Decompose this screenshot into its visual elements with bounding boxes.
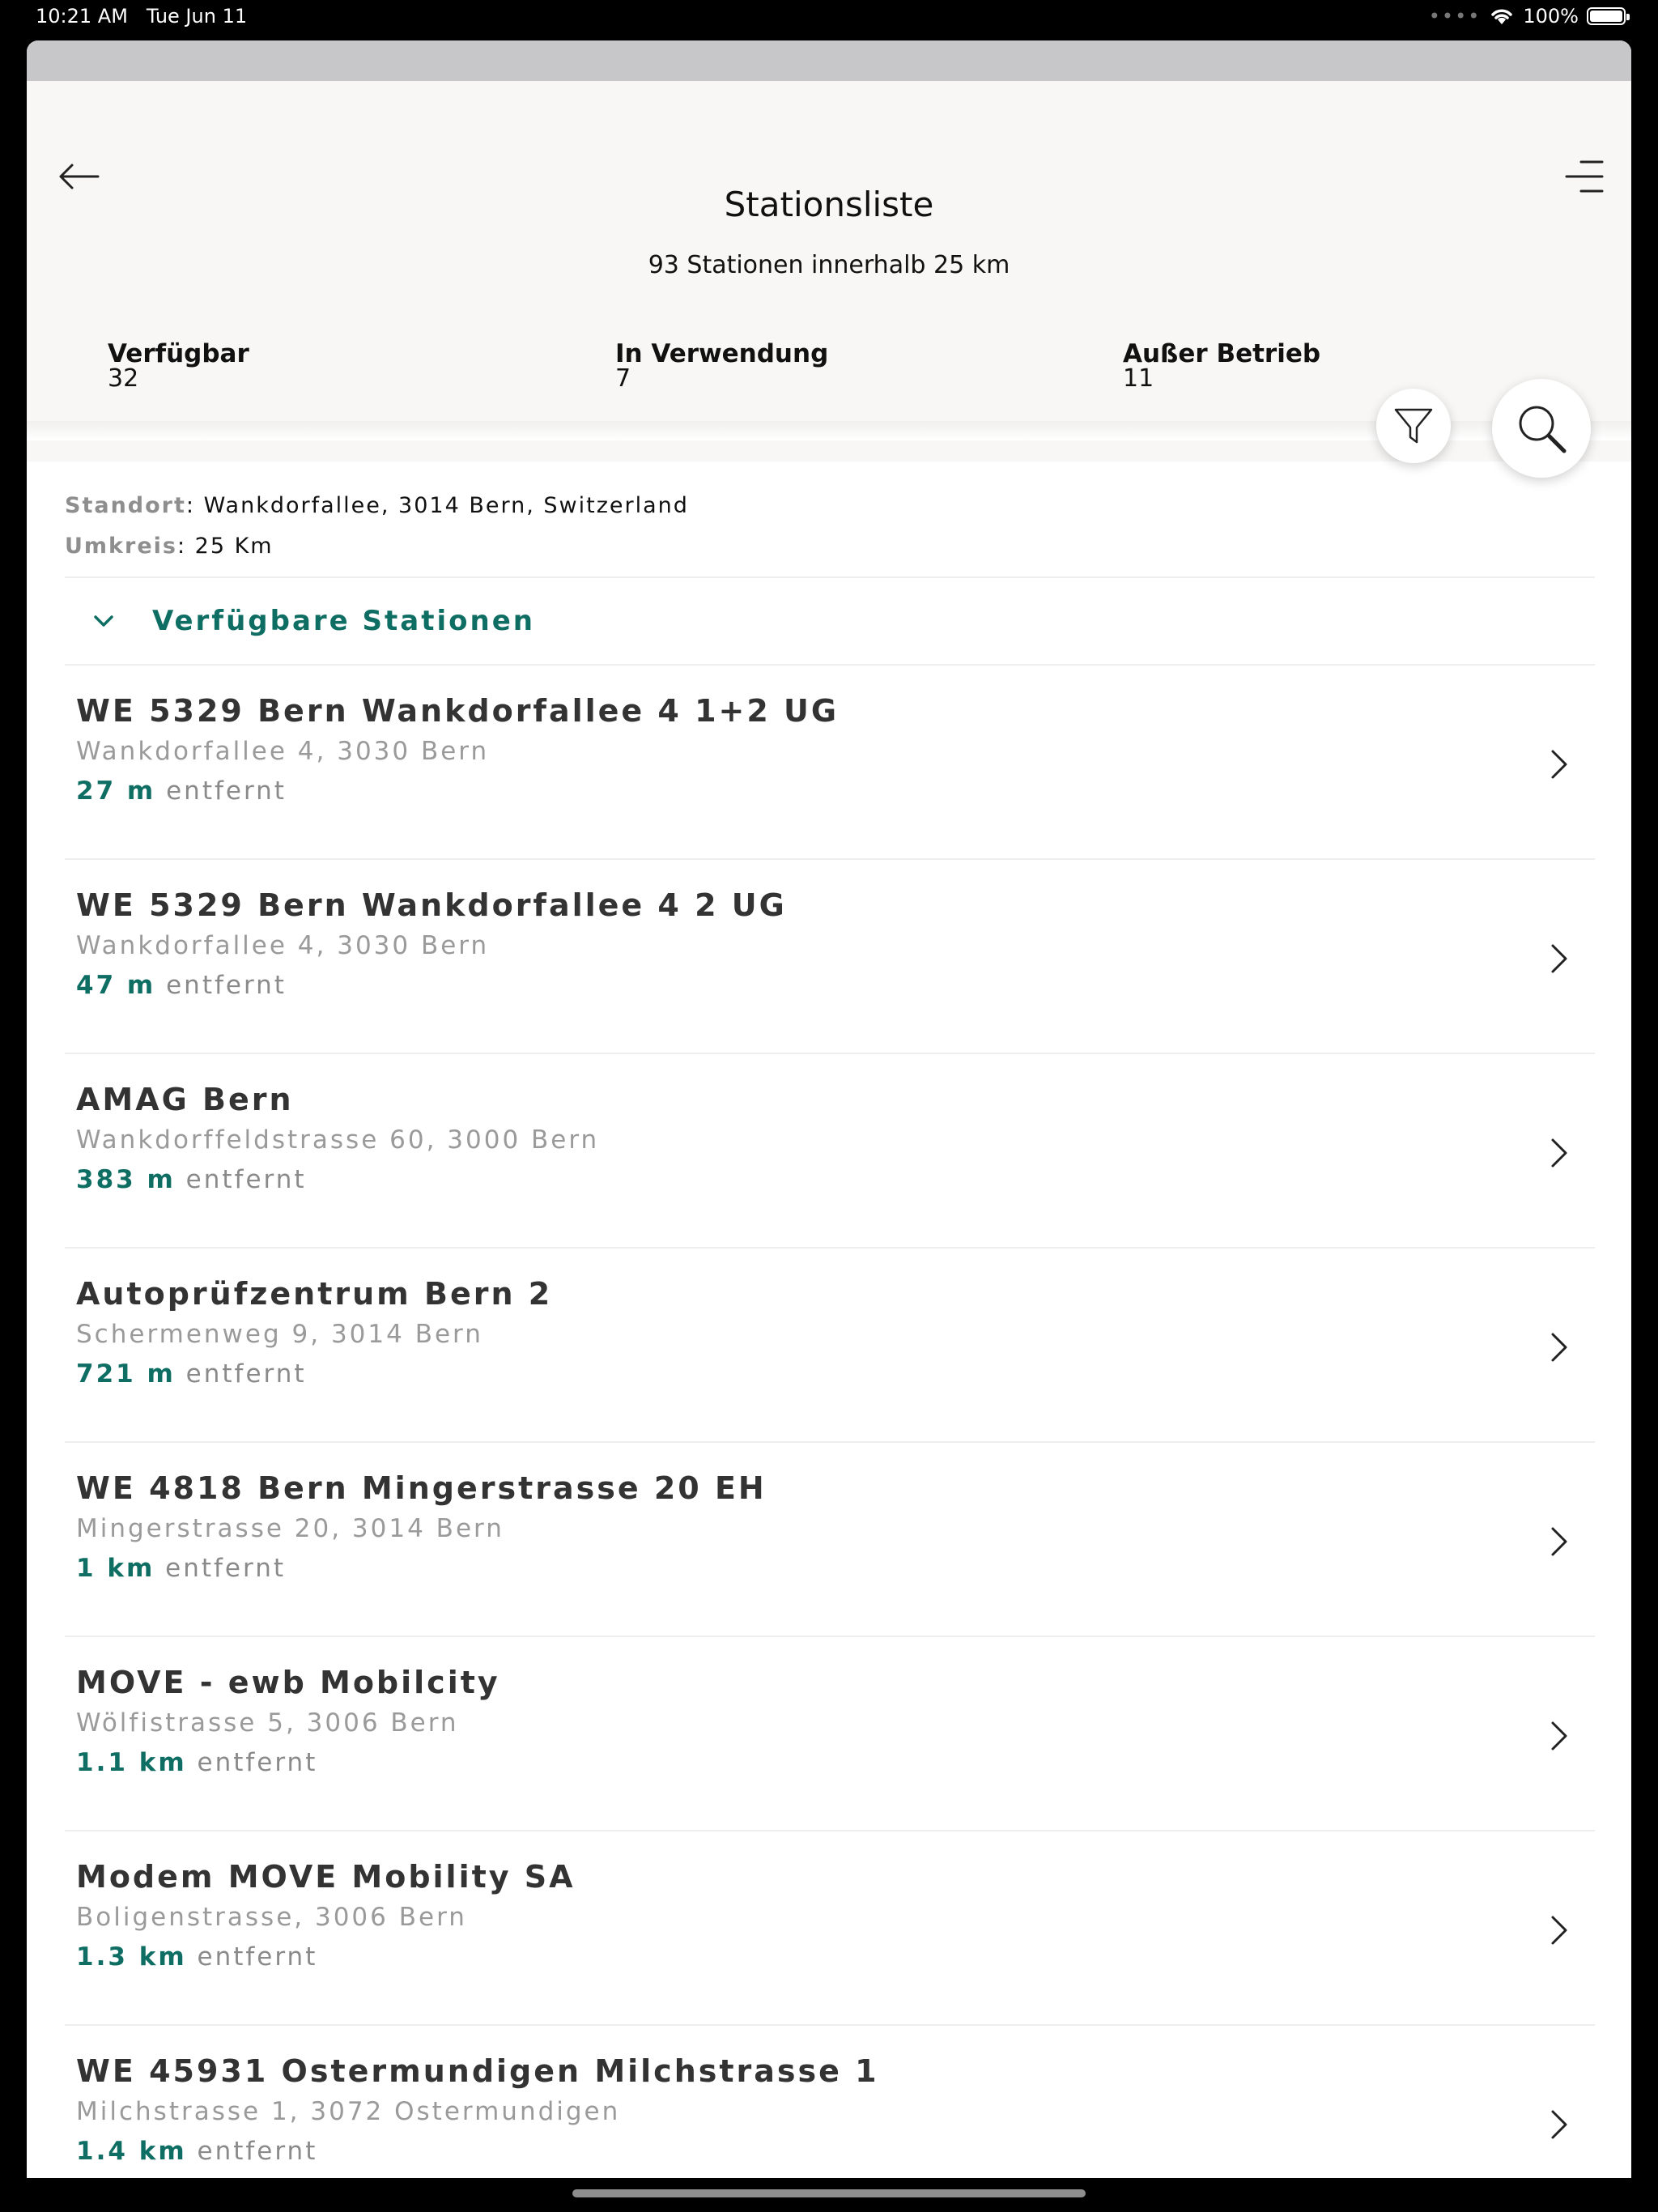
status-right: •••• 100% — [1428, 5, 1630, 28]
menu-icon — [1565, 160, 1604, 193]
signal-dots-icon: •••• — [1428, 5, 1482, 28]
station-address: Wankdorfallee 4, 3030 Bern — [76, 930, 490, 960]
station-distance: 1.1 km entfernt — [76, 1747, 318, 1777]
section-label: Verfügbare Stationen — [152, 605, 535, 637]
filter-button[interactable] — [1376, 389, 1451, 463]
station-row[interactable]: WE 4818 Bern Mingerstrasse 20 EH Mingers… — [65, 1443, 1595, 1637]
sheet-grabber[interactable] — [27, 40, 1631, 81]
station-row[interactable]: Modem MOVE Mobility SA Boligenstrasse, 3… — [65, 1831, 1595, 2026]
stat-available: Verfügbar 32 — [108, 342, 249, 391]
station-row[interactable]: Autoprüfzentrum Bern 2 Schermenweg 9, 30… — [65, 1249, 1595, 1443]
battery-percent: 100% — [1523, 5, 1579, 28]
stat-value: 11 — [1123, 364, 1154, 393]
page-title: Stationsliste — [724, 185, 934, 224]
station-row[interactable]: WE 45931 Ostermundigen Milchstrasse 1 Mi… — [65, 2026, 1595, 2178]
stat-label: In Verwendung — [615, 339, 829, 368]
station-address: Wölfistrasse 5, 3006 Bern — [76, 1708, 459, 1738]
search-button[interactable] — [1492, 379, 1591, 478]
station-distance: 1.4 km entfernt — [76, 2136, 318, 2166]
station-distance: 27 m entfernt — [76, 776, 287, 806]
page-subtitle: 93 Stationen innerhalb 25 km — [648, 251, 1010, 279]
home-indicator[interactable] — [572, 2189, 1086, 2197]
chevron-right-icon — [1551, 944, 1567, 973]
station-name: MOVE - ewb Mobilcity — [76, 1665, 500, 1700]
chevron-right-icon — [1551, 750, 1567, 779]
station-address: Wankdorffeldstrasse 60, 3000 Bern — [76, 1125, 600, 1155]
station-distance: 1.3 km entfernt — [76, 1942, 318, 1972]
battery-icon — [1587, 7, 1630, 25]
station-distance: 383 m entfernt — [76, 1164, 307, 1194]
station-address: Boligenstrasse, 3006 Bern — [76, 1902, 467, 1932]
station-name: WE 5329 Bern Wankdorfallee 4 1+2 UG — [76, 693, 840, 729]
station-address: Mingerstrasse 20, 3014 Bern — [76, 1513, 504, 1543]
station-address: Wankdorfallee 4, 3030 Bern — [76, 736, 490, 766]
stat-out-of-service: Außer Betrieb 11 — [1123, 342, 1320, 391]
station-row[interactable]: WE 5329 Bern Wankdorfallee 4 1+2 UG Wank… — [65, 666, 1595, 860]
station-distance: 721 m entfernt — [76, 1359, 307, 1389]
search-icon — [1519, 406, 1567, 453]
station-name: WE 5329 Bern Wankdorfallee 4 2 UG — [76, 887, 787, 923]
station-address: Schermenweg 9, 3014 Bern — [76, 1319, 483, 1349]
chevron-right-icon — [1551, 1916, 1567, 1945]
location-umkreis: Umkreis: 25 Km — [65, 534, 274, 559]
stat-in-use: In Verwendung 7 — [615, 342, 828, 391]
filter-icon — [1394, 408, 1433, 444]
menu-button[interactable] — [1558, 152, 1607, 201]
station-row[interactable]: WE 5329 Bern Wankdorfallee 4 2 UG Wankdo… — [65, 860, 1595, 1054]
station-row[interactable]: MOVE - ewb Mobilcity Wölfistrasse 5, 300… — [65, 1637, 1595, 1831]
station-name: WE 45931 Ostermundigen Milchstrasse 1 — [76, 2053, 879, 2089]
chevron-right-icon — [1551, 1721, 1567, 1750]
station-distance: 1 km entfernt — [76, 1553, 287, 1583]
stat-value: 7 — [615, 364, 631, 393]
station-name: Autoprüfzentrum Bern 2 — [76, 1276, 553, 1312]
chevron-right-icon — [1551, 2110, 1567, 2139]
wifi-icon — [1491, 9, 1513, 24]
stat-value: 32 — [108, 364, 139, 393]
status-time: 10:21 AM Tue Jun 11 — [36, 5, 248, 28]
chevron-down-icon — [94, 615, 113, 627]
location-info: Standort: Wankdorfallee, 3014 Bern, Swit… — [65, 486, 689, 567]
location-standort: Standort: Wankdorfallee, 3014 Bern, Swit… — [65, 493, 689, 518]
station-name: AMAG Bern — [76, 1082, 294, 1117]
station-name: WE 4818 Bern Mingerstrasse 20 EH — [76, 1470, 767, 1506]
status-bar: 10:21 AM Tue Jun 11 •••• 100% — [0, 0, 1658, 39]
chevron-right-icon — [1551, 1138, 1567, 1168]
station-address: Milchstrasse 1, 3072 Ostermundigen — [76, 2096, 621, 2126]
station-distance: 47 m entfernt — [76, 970, 287, 1000]
chevron-right-icon — [1551, 1527, 1567, 1556]
station-list-sheet: Stationsliste 93 Stationen innerhalb 25 … — [27, 40, 1631, 2178]
section-available-stations[interactable]: Verfügbare Stationen — [65, 576, 1595, 666]
station-list: Verfügbare Stationen WE 5329 Bern Wankdo… — [65, 576, 1595, 2178]
station-row[interactable]: AMAG Bern Wankdorffeldstrasse 60, 3000 B… — [65, 1054, 1595, 1249]
station-name: Modem MOVE Mobility SA — [76, 1859, 576, 1895]
chevron-right-icon — [1551, 1333, 1567, 1362]
